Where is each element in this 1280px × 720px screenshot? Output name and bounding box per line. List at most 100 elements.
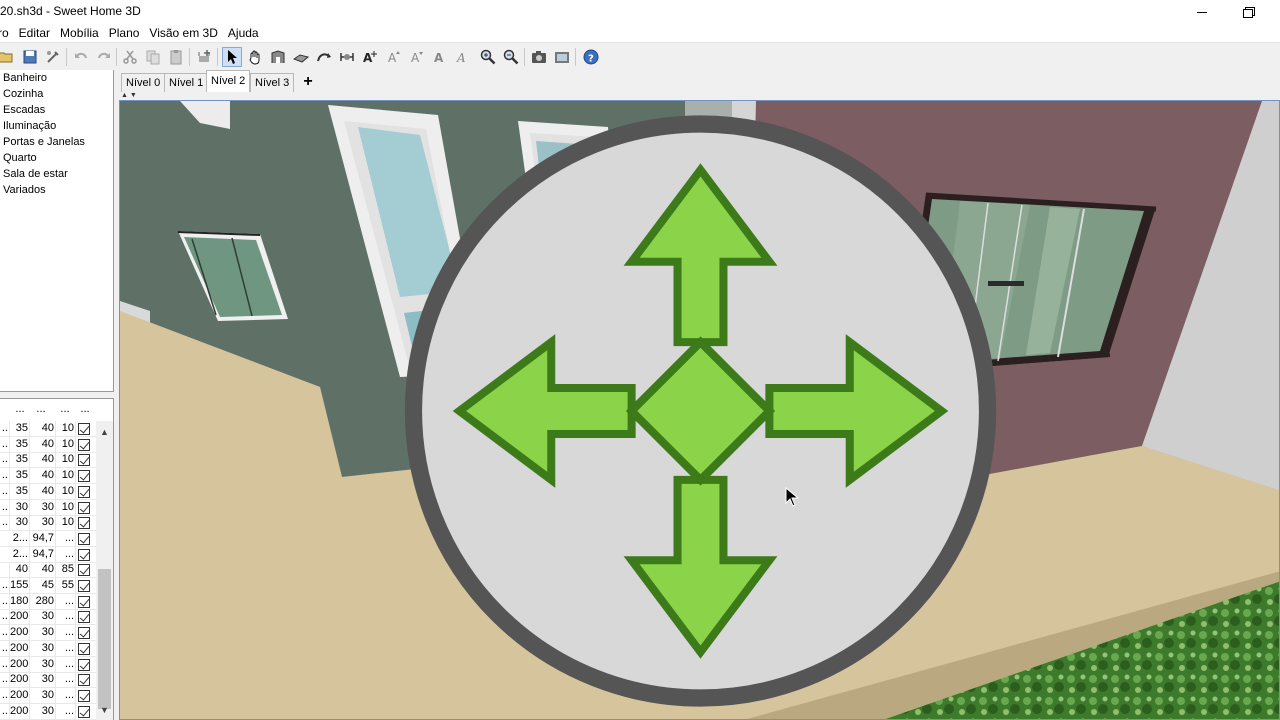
save-icon[interactable] (20, 47, 40, 67)
column-header[interactable]: ... (12, 403, 28, 415)
restore-button[interactable] (1225, 0, 1271, 23)
visible-checkbox[interactable] (78, 674, 90, 687)
tab-level-1[interactable]: Nível 1 (164, 73, 209, 92)
visible-checkbox[interactable] (78, 705, 90, 718)
table-row[interactable]: .. 200 30... (0, 672, 96, 689)
visible-checkbox[interactable] (78, 485, 90, 498)
catalog-category[interactable]: Variados (0, 182, 113, 198)
tab-level-2[interactable]: Nível 2 (206, 70, 251, 92)
visible-checkbox[interactable] (78, 580, 90, 592)
table-row[interactable]: 40 40 85 (0, 562, 96, 579)
catalog-category[interactable]: Banheiro (0, 70, 113, 86)
table-row[interactable]: .. 35 40 10 (0, 452, 96, 469)
table-row[interactable]: .. 30 30 10 (0, 515, 96, 532)
collapse-arrows-icon[interactable]: ▲▼ (121, 92, 139, 99)
catalog-category[interactable]: Portas e Janelas (0, 134, 113, 150)
add-furniture-icon[interactable] (194, 47, 214, 67)
visible-checkbox[interactable] (78, 423, 90, 435)
select-icon[interactable] (222, 47, 242, 67)
create-dimensions-icon[interactable] (337, 47, 357, 67)
visible-checkbox[interactable] (78, 532, 90, 545)
furniture-list: ... ... ... ... .. 35 40 10.. 35 40 10.. 35 40 10… (0, 398, 114, 720)
column-header[interactable]: ... (77, 403, 93, 415)
catalog-category[interactable]: Escadas (0, 102, 113, 118)
catalog-category[interactable]: Iluminação (0, 118, 113, 134)
visible-checkbox[interactable] (78, 470, 90, 483)
bold-text-icon[interactable]: A (430, 47, 450, 67)
table-row[interactable]: .. 35 40 10 (0, 436, 96, 453)
table-row[interactable]: .. 35 40 10 (0, 483, 96, 500)
tab-level-3[interactable]: Nível 3 (250, 73, 295, 92)
decrease-text-icon[interactable]: A (407, 47, 427, 67)
visible-checkbox[interactable] (78, 564, 90, 577)
visible-checkbox[interactable] (78, 611, 90, 624)
pan-icon[interactable] (245, 47, 265, 67)
visible-checkbox[interactable] (78, 454, 90, 467)
zoom-in-icon[interactable] (478, 47, 498, 67)
visible-checkbox[interactable] (78, 689, 90, 702)
menu-furniture[interactable]: Mobília (55, 26, 104, 40)
visible-checkbox[interactable] (78, 658, 90, 671)
3d-view[interactable] (119, 100, 1280, 720)
column-header[interactable]: ... (32, 403, 50, 415)
preferences-icon[interactable] (43, 47, 63, 67)
zoom-out-icon[interactable] (501, 47, 521, 67)
scroll-thumb[interactable] (98, 569, 111, 709)
catalog-category[interactable]: Quarto (0, 150, 113, 166)
minimize-button[interactable] (1179, 0, 1225, 23)
table-cell: 40 (30, 436, 56, 453)
furniture-list-scrollbar[interactable]: ▲ ▼ (96, 421, 113, 720)
table-row[interactable]: .. 200 30... (0, 703, 96, 720)
visible-checkbox[interactable] (78, 595, 90, 608)
table-row[interactable]: 2... 94,7... (0, 530, 96, 547)
visible-checkbox[interactable] (78, 548, 90, 561)
cut-icon[interactable] (120, 47, 140, 67)
catalog-category[interactable]: Cozinha (0, 86, 113, 102)
scroll-up-icon[interactable]: ▲ (99, 427, 110, 437)
table-cell: 30 (30, 515, 56, 532)
create-rooms-icon[interactable] (291, 47, 311, 67)
table-row[interactable]: .. 30 30 10 (0, 499, 96, 516)
scroll-down-icon[interactable]: ▼ (99, 705, 110, 715)
table-row[interactable]: 2... 94,7... (0, 546, 96, 563)
paste-icon[interactable] (166, 47, 186, 67)
menu-edit[interactable]: Editar (14, 26, 55, 40)
visible-checkbox[interactable] (78, 438, 90, 451)
table-row[interactable]: .. 180 280... (0, 593, 96, 610)
visible-checkbox[interactable] (78, 517, 90, 530)
table-row[interactable]: .. 200 30... (0, 625, 96, 642)
create-photo-icon[interactable] (529, 47, 549, 67)
menu-help[interactable]: Ajuda (223, 26, 264, 40)
table-row[interactable]: .. 200 30... (0, 687, 96, 704)
table-row[interactable]: .. 35 40 10 (0, 421, 96, 437)
table-row[interactable]: .. 155 45 55 (0, 578, 96, 594)
column-header[interactable]: ... (57, 403, 73, 415)
menu-3d-view[interactable]: Visão em 3D (144, 26, 222, 40)
italic-text-icon[interactable]: A (453, 47, 473, 67)
mouse-cursor-icon (785, 487, 799, 507)
create-video-icon[interactable] (552, 47, 572, 67)
menu-plan[interactable]: Plano (104, 26, 145, 40)
navigation-arrows-icon[interactable] (120, 101, 1280, 720)
copy-icon[interactable] (143, 47, 163, 67)
visible-checkbox[interactable] (78, 501, 90, 514)
increase-text-icon[interactable]: A (384, 47, 404, 67)
redo-icon[interactable] (94, 47, 114, 67)
table-row[interactable]: .. 35 40 10 (0, 468, 96, 485)
visible-checkbox[interactable] (78, 642, 90, 655)
create-walls-icon[interactable] (268, 47, 288, 67)
help-icon[interactable]: ? (581, 47, 601, 67)
table-row[interactable]: .. 200 30... (0, 640, 96, 657)
table-cell: 200 (10, 703, 30, 720)
table-row[interactable]: .. 200 30... (0, 656, 96, 673)
table-row[interactable]: .. 200 30... (0, 609, 96, 626)
visible-checkbox[interactable] (78, 627, 90, 640)
catalog-category[interactable]: Sala de estar (0, 166, 113, 182)
add-level-button[interactable]: + (299, 73, 317, 91)
menu-file[interactable]: ro (0, 26, 14, 40)
tab-level-0[interactable]: Nível 0 (121, 73, 166, 92)
undo-icon[interactable] (71, 47, 91, 67)
add-text-icon[interactable]: A (360, 47, 380, 67)
open-icon[interactable] (0, 47, 16, 67)
create-polylines-icon[interactable] (314, 47, 334, 67)
